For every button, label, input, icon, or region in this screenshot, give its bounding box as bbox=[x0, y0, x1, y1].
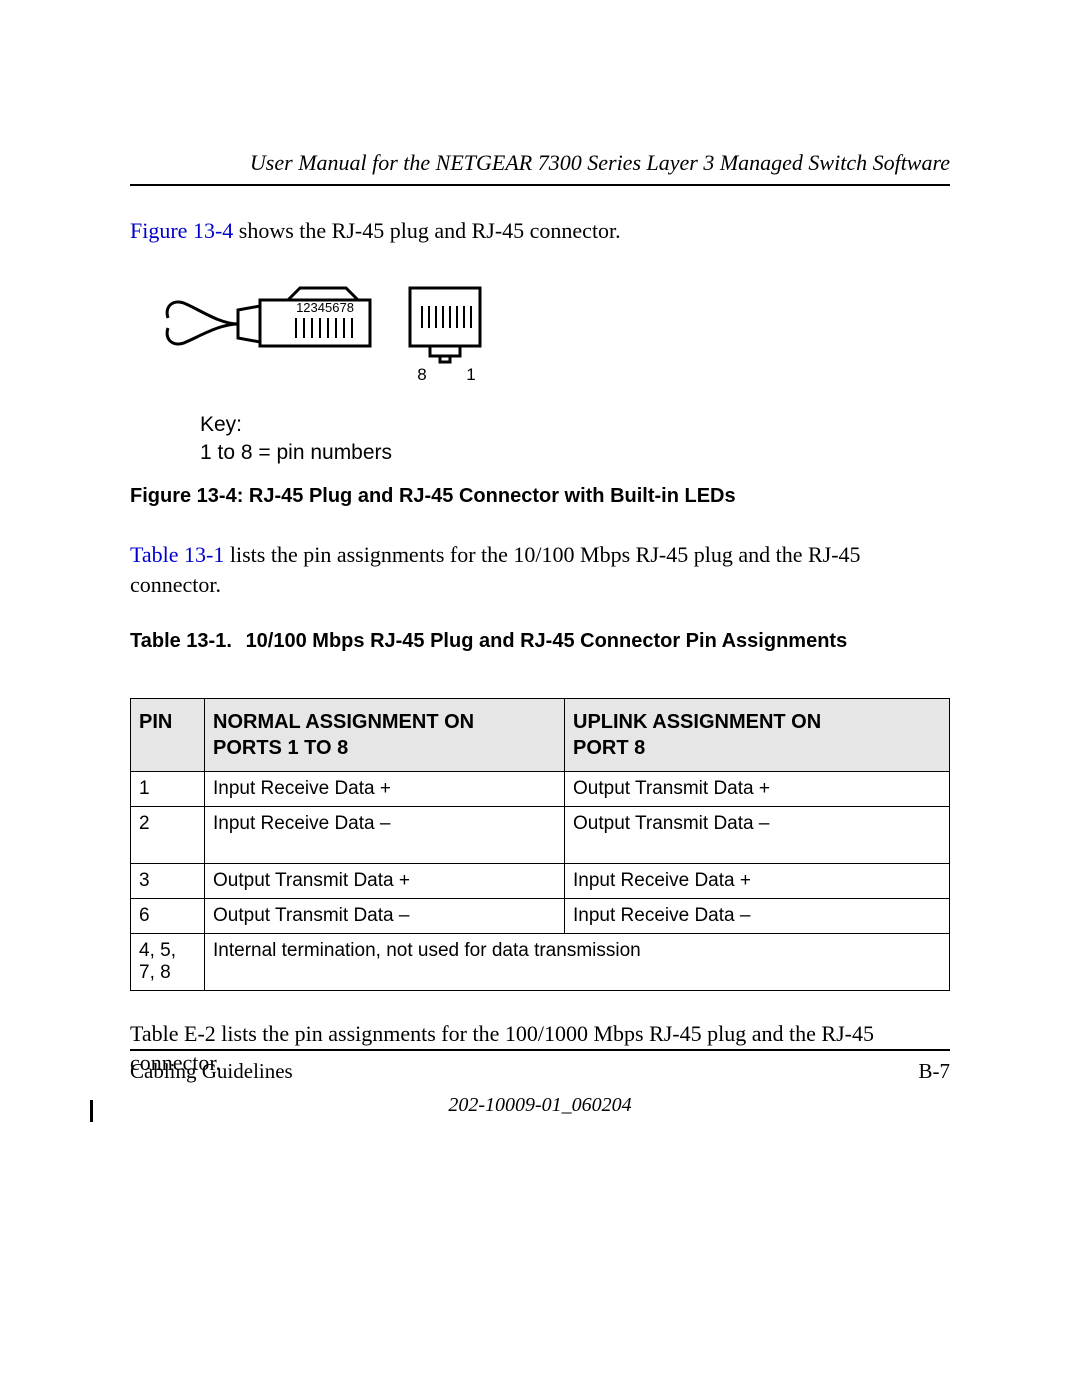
cell-uplink: Output Transmit Data + bbox=[565, 771, 950, 806]
cell-normal: Input Receive Data + bbox=[205, 771, 565, 806]
cell-pin: 4, 5, 7, 8 bbox=[131, 933, 205, 990]
table-row: 2 Input Receive Data – Output Transmit D… bbox=[131, 806, 950, 863]
col-header-normal-l1: Normal Assignment on bbox=[213, 709, 556, 735]
table-row: 3 Output Transmit Data + Input Receive D… bbox=[131, 863, 950, 898]
cell-pin: 6 bbox=[131, 898, 205, 933]
cell-normal: Output Transmit Data + bbox=[205, 863, 565, 898]
figure-caption: Figure 13-4: RJ-45 Plug and RJ-45 Connec… bbox=[130, 485, 950, 508]
col-header-uplink-l2: Port 8 bbox=[573, 735, 941, 761]
footer-page-number: B-7 bbox=[919, 1059, 951, 1084]
footer-section-title: Cabling Guidelines bbox=[130, 1059, 293, 1084]
table-caption: Table 13-1. 10/100 Mbps RJ-45 Plug and R… bbox=[130, 630, 950, 653]
intro-paragraph-2: Table 13-1 lists the pin assignments for… bbox=[130, 540, 950, 599]
footer-doc-number: 202-10009-01_060204 bbox=[130, 1094, 950, 1117]
cell-pin: 2 bbox=[131, 806, 205, 863]
header-rule bbox=[130, 184, 950, 186]
cell-pin: 1 bbox=[131, 771, 205, 806]
figure-crossref-link[interactable]: Figure 13-4 bbox=[130, 218, 233, 243]
connector-pin-label-8: 8 bbox=[417, 365, 426, 381]
diagram-key-line: 1 to 8 = pin numbers bbox=[200, 441, 392, 464]
cell-uplink: Input Receive Data + bbox=[565, 863, 950, 898]
cell-normal: Output Transmit Data – bbox=[205, 898, 565, 933]
table-row-merged: 4, 5, 7, 8 Internal termination, not use… bbox=[131, 933, 950, 990]
diagram-key: Key: 1 to 8 = pin numbers bbox=[200, 411, 950, 468]
table-row: 6 Output Transmit Data – Input Receive D… bbox=[131, 898, 950, 933]
pin-assignment-table: PIN Normal Assignment on Ports 1 to 8 Up… bbox=[130, 698, 950, 991]
intro-paragraph-2-rest: lists the pin assignments for the 10/100… bbox=[130, 542, 861, 597]
table-row: 1 Input Receive Data + Output Transmit D… bbox=[131, 771, 950, 806]
col-header-uplink-l1: Uplink Assignment on bbox=[573, 709, 941, 735]
cell-uplink: Output Transmit Data – bbox=[565, 806, 950, 863]
change-bar-icon bbox=[90, 1100, 93, 1122]
intro-paragraph-1: Figure 13-4 shows the RJ-45 plug and RJ-… bbox=[130, 216, 950, 246]
plug-pin-numbers: 12345678 bbox=[296, 300, 354, 315]
table-caption-number: Table 13-1. bbox=[130, 630, 240, 653]
col-header-pin: PIN bbox=[131, 698, 205, 771]
table-caption-title: 10/100 Mbps RJ-45 Plug and RJ-45 Connect… bbox=[246, 630, 848, 652]
running-header: User Manual for the NETGEAR 7300 Series … bbox=[130, 150, 950, 176]
col-header-normal-l2: Ports 1 to 8 bbox=[213, 735, 556, 761]
cell-pin: 3 bbox=[131, 863, 205, 898]
table-crossref-link[interactable]: Table 13-1 bbox=[130, 542, 224, 567]
rj45-diagram: 12345678 bbox=[160, 276, 950, 468]
intro-paragraph-1-rest: shows the RJ-45 plug and RJ-45 connector… bbox=[233, 218, 620, 243]
col-header-uplink: Uplink Assignment on Port 8 bbox=[565, 698, 950, 771]
col-header-normal: Normal Assignment on Ports 1 to 8 bbox=[205, 698, 565, 771]
diagram-key-title: Key: bbox=[200, 413, 242, 436]
cell-normal: Input Receive Data – bbox=[205, 806, 565, 863]
footer-rule bbox=[130, 1049, 950, 1051]
connector-pin-label-1: 1 bbox=[466, 365, 475, 381]
page-footer: Cabling Guidelines B-7 202-10009-01_0602… bbox=[130, 1049, 950, 1117]
document-page: User Manual for the NETGEAR 7300 Series … bbox=[0, 0, 1080, 1397]
rj45-plug-and-connector-illustration: 12345678 bbox=[160, 276, 490, 381]
cell-uplink: Input Receive Data – bbox=[565, 898, 950, 933]
cell-merged: Internal termination, not used for data … bbox=[205, 933, 950, 990]
